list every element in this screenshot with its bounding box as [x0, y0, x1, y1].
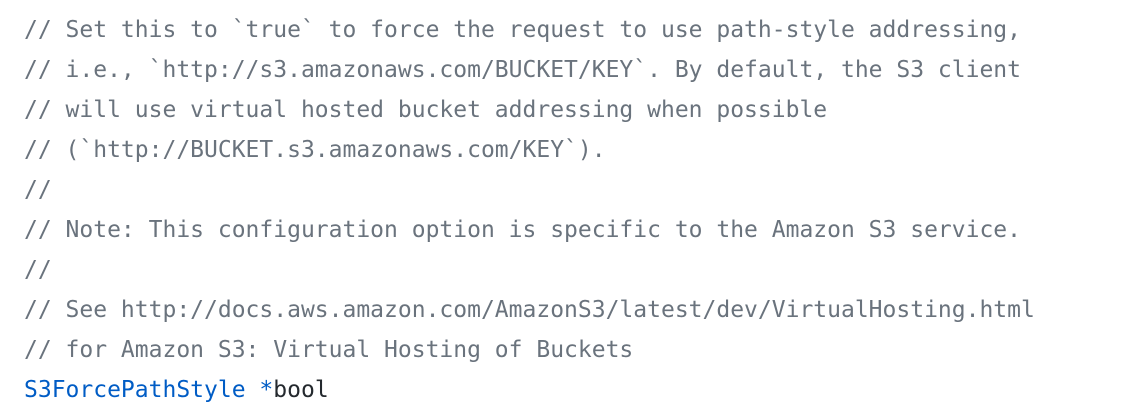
field-name: S3ForcePathStyle [24, 377, 246, 403]
comment-line: // will use virtual hosted bucket addres… [24, 97, 828, 123]
comment-line: // (`http://BUCKET.s3.amazonaws.com/KEY`… [24, 137, 606, 163]
comment-line: // i.e., `http://s3.amazonaws.com/BUCKET… [24, 57, 1021, 83]
comment-line: // Note: This configuration option is sp… [24, 217, 1021, 243]
comment-line: // for Amazon S3: Virtual Hosting of Buc… [24, 337, 634, 363]
pointer-operator: * [259, 377, 274, 403]
comment-line: // [24, 177, 52, 203]
comment-line: // See http://docs.aws.amazon.com/Amazon… [24, 297, 1035, 323]
comment-line: // Set this to `true` to force the reque… [24, 17, 1021, 43]
comment-line: // [24, 257, 52, 283]
field-type: bool [273, 377, 329, 403]
field-declaration: S3ForcePathStyle *bool [24, 370, 1140, 410]
code-view: // Set this to `true` to force the reque… [0, 0, 1140, 420]
